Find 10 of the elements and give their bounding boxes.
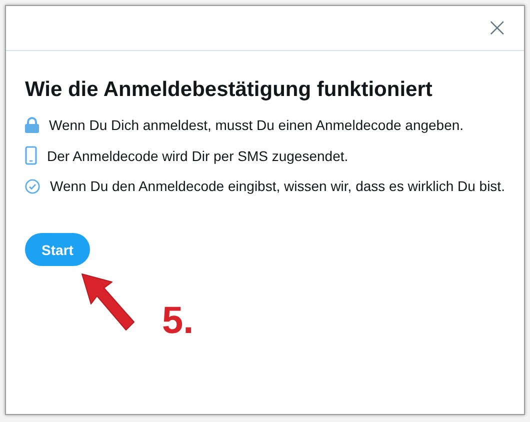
close-button[interactable]: ×: [482, 15, 512, 41]
info-text: Wenn Du Dich anmeldest, musst Du einen Anmeldecode angeben.: [49, 116, 464, 134]
step-label: 5.: [162, 300, 194, 343]
lock-icon: [25, 117, 39, 133]
phone-icon: [25, 146, 37, 165]
info-text: Wenn Du den Anmeldecode eingibst, wissen wir, dass es wirklich Du bist.: [50, 177, 505, 195]
dialog-title: Wie die Anmeldebestätigung funktioniert: [25, 78, 434, 102]
check-icon: [25, 178, 40, 194]
start-button[interactable]: Start: [25, 233, 90, 266]
info-text: Der Anmeldecode wird Dir per SMS zugesendet.: [47, 146, 348, 164]
